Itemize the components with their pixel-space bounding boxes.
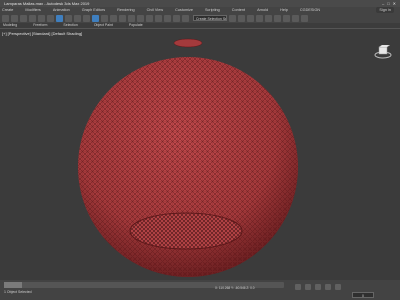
go-to-end-icon[interactable] (335, 284, 341, 290)
named-selection-sets-dropdown[interactable]: Create Selection Se (193, 15, 227, 21)
selection-status: 1 Object Selected (4, 290, 32, 294)
reference-coordinate-icon[interactable] (128, 14, 135, 22)
close-button[interactable]: ✕ (393, 0, 396, 7)
current-frame-field[interactable]: 0 (352, 292, 374, 298)
move-icon[interactable] (92, 14, 99, 22)
go-to-start-icon[interactable] (295, 284, 301, 290)
window-controls: – □ ✕ (382, 0, 396, 7)
select-by-name-icon[interactable] (65, 14, 72, 22)
rotate-icon[interactable] (101, 14, 108, 22)
time-slider-thumb[interactable] (4, 282, 22, 288)
play-icon[interactable] (315, 284, 321, 290)
rendered-frame-window-icon[interactable] (292, 14, 299, 22)
edit-named-selection-icon[interactable] (182, 14, 189, 22)
align-icon[interactable] (238, 14, 245, 22)
spinner-snap-icon[interactable] (173, 14, 180, 22)
undo-icon[interactable] (2, 14, 9, 22)
link-icon[interactable] (20, 14, 27, 22)
layer-explorer-icon[interactable] (247, 14, 254, 22)
main-toolbar: Create Selection Se (0, 13, 400, 23)
placement-icon[interactable] (119, 14, 126, 22)
curve-editor-icon[interactable] (256, 14, 263, 22)
select-object-icon[interactable] (56, 14, 63, 22)
minimize-button[interactable]: – (382, 0, 384, 7)
angle-snap-icon[interactable] (155, 14, 162, 22)
status-bar: 1 Object Selected (0, 280, 400, 300)
viewcube-icon[interactable] (374, 45, 392, 59)
coordinate-readout[interactable]: X: 110.268 Y: -60.546 Z: 0.0 (215, 286, 255, 290)
material-editor-icon[interactable] (274, 14, 281, 22)
title-bar: Lamparas Mallas.max - Autodesk 3ds Max 2… (0, 0, 400, 7)
next-frame-icon[interactable] (325, 284, 331, 290)
snap-toggle-icon[interactable] (146, 14, 153, 22)
mirror-icon[interactable] (229, 14, 236, 22)
render-production-icon[interactable] (301, 14, 308, 22)
percent-snap-icon[interactable] (164, 14, 171, 22)
redo-icon[interactable] (11, 14, 18, 22)
unlink-icon[interactable] (29, 14, 36, 22)
pivot-center-icon[interactable] (137, 14, 144, 22)
bind-space-warp-icon[interactable] (38, 14, 45, 22)
render-setup-icon[interactable] (283, 14, 290, 22)
maximize-button[interactable]: □ (387, 0, 389, 7)
schematic-view-icon[interactable] (265, 14, 272, 22)
previous-frame-icon[interactable] (305, 284, 311, 290)
scale-icon[interactable] (110, 14, 117, 22)
window-crossing-icon[interactable] (83, 14, 90, 22)
selection-filter-icon[interactable] (47, 14, 54, 22)
rectangular-selection-icon[interactable] (74, 14, 81, 22)
sphere-top-cap (173, 38, 203, 48)
perspective-viewport[interactable]: [+] [Perspective] [Standard] [Default Sh… (0, 28, 400, 281)
sphere-render (78, 38, 298, 277)
playback-controls (295, 284, 341, 290)
window-title: Lamparas Mallas.max - Autodesk 3ds Max 2… (4, 1, 90, 6)
